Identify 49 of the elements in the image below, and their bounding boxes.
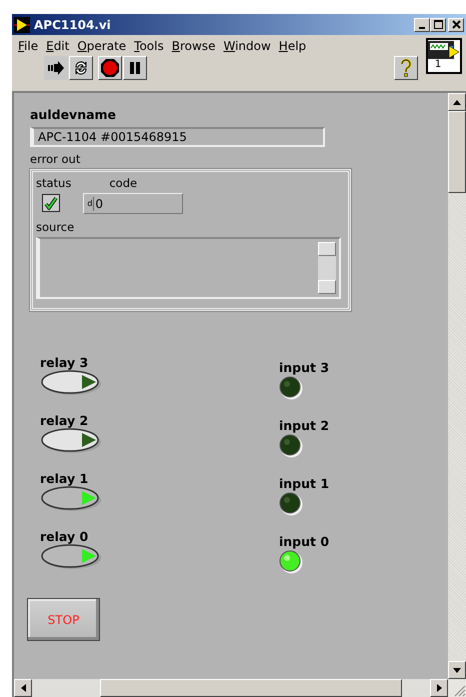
code-label: code (108, 176, 138, 190)
status-label: status (36, 176, 72, 190)
menu-item[interactable]: File (14, 39, 42, 53)
relay-switch[interactable] (40, 486, 102, 512)
input-label: input 2 (279, 418, 330, 433)
relay-switch[interactable] (40, 370, 102, 396)
menu-item[interactable]: Browse (168, 39, 220, 53)
scroll-down-button[interactable] (448, 661, 466, 679)
close-icon (452, 20, 460, 29)
minimize-icon (419, 26, 425, 28)
scrollbar-thumb[interactable] (100, 679, 402, 697)
scrollbar-thumb[interactable] (448, 111, 466, 193)
control-label: auldevname (30, 107, 116, 122)
scroll-right-button[interactable] (430, 679, 448, 697)
relay-label: relay 3 (40, 355, 90, 370)
up-arrow-icon (453, 100, 461, 104)
menu-item[interactable]: Help (274, 39, 310, 53)
pause-icon[interactable] (123, 56, 147, 80)
right-arrow-icon (436, 684, 442, 692)
input-label: input 0 (279, 534, 330, 549)
maximize-button[interactable] (430, 18, 446, 32)
string-indicator: APC-1104 #0015468915 (30, 127, 325, 147)
input-label: input 3 (279, 360, 330, 375)
source-label: source (36, 220, 76, 234)
relay-label: relay 1 (40, 471, 90, 486)
left-arrow-icon (20, 684, 26, 692)
menu-item[interactable]: Operate (73, 39, 130, 53)
menu-item[interactable]: Edit (42, 39, 74, 53)
relay-label: relay 2 (40, 413, 90, 428)
cluster-label: error out (30, 152, 80, 166)
help-icon[interactable] (394, 56, 418, 80)
menu-item[interactable]: Tools (130, 39, 168, 53)
code-indicator: d 0 (83, 193, 184, 214)
minimize-button[interactable] (414, 18, 430, 32)
maximize-icon (434, 20, 442, 29)
abort-icon[interactable] (98, 56, 122, 80)
relay-switch[interactable] (40, 428, 102, 454)
connector-pane-icon: 1 (426, 38, 462, 74)
close-button[interactable] (448, 18, 464, 32)
scroll-up-button[interactable] (448, 93, 466, 111)
relay-label: relay 0 (40, 529, 90, 544)
relay-switch[interactable] (40, 544, 102, 570)
input-label: input 1 (279, 476, 330, 491)
labview-run-icon (14, 16, 30, 32)
run-continuously-icon[interactable] (69, 56, 93, 80)
scroll-left-button[interactable] (14, 679, 32, 697)
down-arrow-icon (453, 668, 461, 672)
window-title: APC1104.vi (34, 18, 112, 32)
menu-item[interactable]: Window (219, 39, 275, 53)
